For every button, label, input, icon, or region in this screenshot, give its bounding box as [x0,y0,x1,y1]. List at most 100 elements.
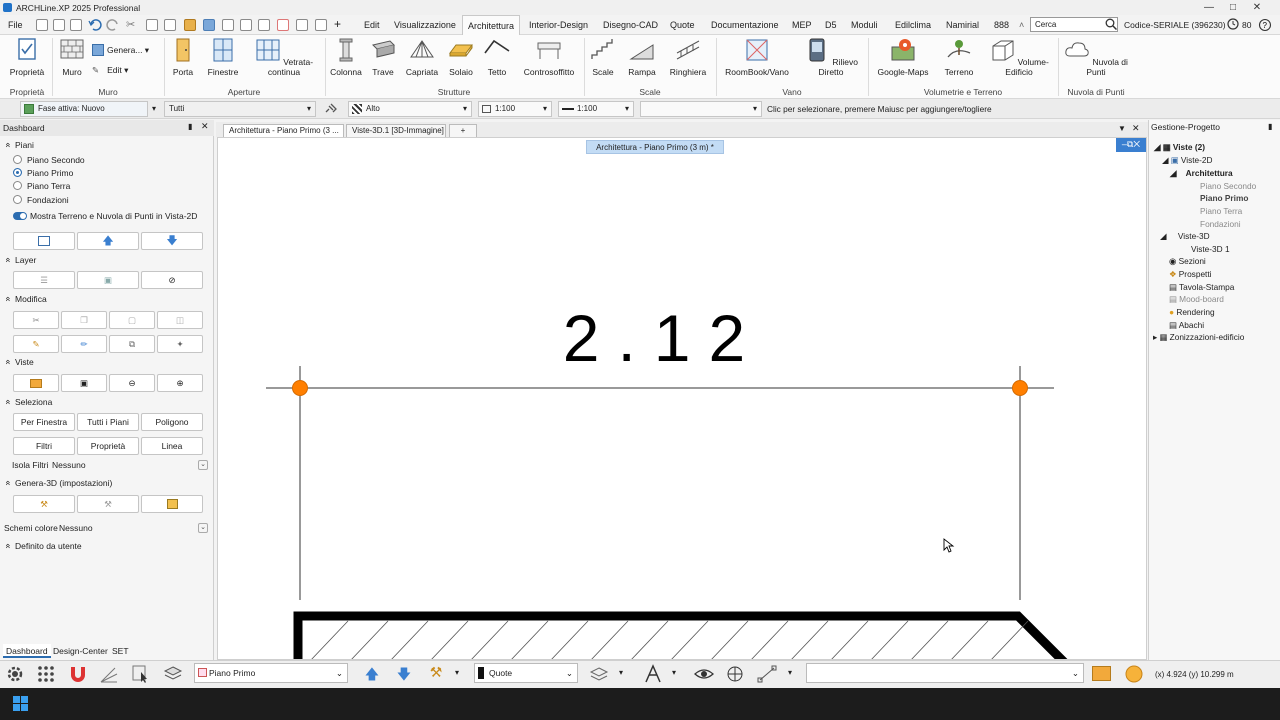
clock-icon[interactable] [1227,18,1239,30]
tree-rendering[interactable]: ● Rendering [1169,307,1215,317]
finestre-button[interactable]: Finestre [204,37,242,77]
seleziona-section[interactable]: Seleziona [6,397,52,407]
save-icon[interactable] [70,19,82,31]
floor-down-button[interactable]: 🡇 [141,232,203,250]
menu-moduli[interactable]: Moduli [849,15,880,35]
magnet-snap-icon[interactable] [68,664,88,684]
delete-icon[interactable] [222,19,234,31]
menu-mep[interactable]: MEP [790,15,814,35]
tab-dashboard[interactable]: Dashboard [3,644,51,658]
extend-icon[interactable] [258,19,270,31]
fase-select[interactable]: Fase attiva: Nuovo [20,101,148,117]
terreno-button[interactable]: Terreno [940,37,978,77]
mod-pipette-button[interactable]: ✏ [61,335,107,353]
layers-dropdown-icon[interactable]: ▾ [619,668,623,677]
layers-3d-icon[interactable] [163,664,183,684]
zoom-extents-button[interactable]: ▣ [61,374,107,392]
floor-up-button[interactable]: 🡅 [77,232,139,250]
floor-settings-button[interactable] [13,232,75,250]
muro-button[interactable]: Muro [56,37,88,77]
tab-design-center[interactable]: Design-Center [53,644,108,658]
text-tool-icon[interactable] [643,664,663,684]
tree-viste2d[interactable]: ◢ ▣ Viste-2D [1162,155,1213,165]
proprieta-select-button[interactable]: Proprietà [77,437,139,455]
layer-3d-button[interactable]: ▣ [77,271,139,289]
hammer-dropdown-icon[interactable]: ▾ [455,668,459,677]
tab-set[interactable]: SET [112,644,129,658]
settings-gear-icon[interactable] [5,664,25,684]
mod-cut-button[interactable]: ✂ [13,311,59,329]
genera3d-tools-button[interactable]: ⚒ [77,495,139,513]
alto-select[interactable]: Alto ▾ [348,101,472,117]
sun-render-icon[interactable] [1124,664,1144,684]
layer-stack-button[interactable]: ☰ [13,271,75,289]
grid-dots-icon[interactable] [36,664,56,684]
porta-button[interactable]: Porta [168,37,198,77]
trave-button[interactable]: Trave [368,37,398,77]
piano-secondo-radio[interactable]: Piano Secondo [13,155,85,165]
quote-select[interactable]: Quote ⌄ [474,663,578,683]
layers-stack-icon[interactable] [589,664,609,684]
tree-mood-board[interactable]: ▤ Mood-board [1169,294,1224,304]
piano-primo-radio[interactable]: Piano Primo [13,168,73,178]
redo-icon[interactable] [106,18,120,32]
tree-prospetti[interactable]: ❖ Prospetti [1169,269,1212,279]
viste-section[interactable]: Viste [6,357,34,367]
genera3d-hammer-button[interactable]: ⚒ [13,495,75,513]
tab-add[interactable]: + [449,124,477,137]
layer-section[interactable]: Layer [6,255,36,265]
tree-viste3d[interactable]: ◢ Viste-3D [1160,231,1210,241]
pipette-icon[interactable] [203,19,215,31]
tetto-button[interactable]: Tetto [483,37,511,77]
fase-dropdown-icon[interactable]: ▾ [152,101,164,117]
tab-architettura-piano-primo[interactable]: Architettura - Piano Primo (3 ... [223,124,344,137]
globe-icon[interactable] [725,664,745,684]
help-icon[interactable]: ? [1258,18,1272,32]
close-panel-icon[interactable]: ✕ [201,121,209,132]
snap-dropdown-icon[interactable]: ▾ [788,668,792,677]
tab-viste-3d[interactable]: Viste-3D.1 [3D-Immagine] [346,124,446,137]
genera3d-edit-button[interactable] [141,495,203,513]
menu-visualizzazione[interactable]: Visualizzazione [392,15,458,35]
tree-viste3d-1[interactable]: Viste-3D 1 [1191,244,1230,254]
schemi-colore-value[interactable]: Nessuno [59,523,93,533]
proprieta-button[interactable]: Proprietà [6,37,48,77]
pin-icon[interactable]: ▮ [188,122,192,131]
project-pin-icon[interactable]: ▮ [1268,122,1272,131]
capriata-button[interactable]: Capriata [403,37,441,77]
corner-icon[interactable] [315,19,327,31]
open-file-icon[interactable] [53,19,65,31]
tree-piano-secondo[interactable]: Piano Secondo [1200,181,1256,191]
vetrata-continua-button[interactable]: Vetrata-continua [250,37,318,77]
undo-icon[interactable] [88,18,102,32]
genera-button[interactable]: Genera... ▾ [92,44,149,56]
layer-hide-button[interactable]: ⊘ [141,271,203,289]
eye-view-icon[interactable] [694,664,714,684]
genera3d-section[interactable]: Genera-3D (impostazioni) [6,478,112,488]
tree-piano-primo[interactable]: Piano Primo [1200,193,1248,203]
dimension-text[interactable]: 2.12 [518,298,808,378]
tree-viste[interactable]: ◢ ▦ Viste (2) [1154,142,1205,152]
display-mode-icon[interactable] [1092,666,1111,681]
menu-d5[interactable]: D5 [823,15,839,35]
schemi-dropdown-icon[interactable]: ⌄ [198,523,208,533]
line-icon[interactable] [296,19,308,31]
isola-dropdown-icon[interactable]: ⌄ [198,460,208,470]
poligono-button[interactable]: Poligono [141,413,203,431]
per-finestra-button[interactable]: Per Finestra [13,413,75,431]
menu-collapse-icon[interactable]: ˄ [1017,15,1026,35]
close-window-button[interactable]: ✕ [1234,0,1280,15]
nuvola-di-punti-button[interactable]: Nuvola di Punti [1064,37,1128,77]
tutti-i-piani-button[interactable]: Tutti i Piani [77,413,139,431]
value-input[interactable]: ▾ [640,101,762,117]
select-cursor-icon[interactable] [131,664,151,684]
add-tool-icon[interactable]: + [334,18,346,31]
menu-888[interactable]: 888 [992,15,1011,35]
bottom-floor-up-button[interactable]: 🡅 [362,664,382,684]
menu-quote[interactable]: Quote [668,15,697,35]
rilievo-diretto-button[interactable]: Rilievo Diretto [800,37,862,77]
angle-snap-icon[interactable] [99,664,119,684]
menu-interior-design[interactable]: Interior-Design [527,15,590,35]
bottom-floor-down-button[interactable]: 🡇 [394,664,414,684]
mod-copy-button[interactable]: ❐ [61,311,107,329]
